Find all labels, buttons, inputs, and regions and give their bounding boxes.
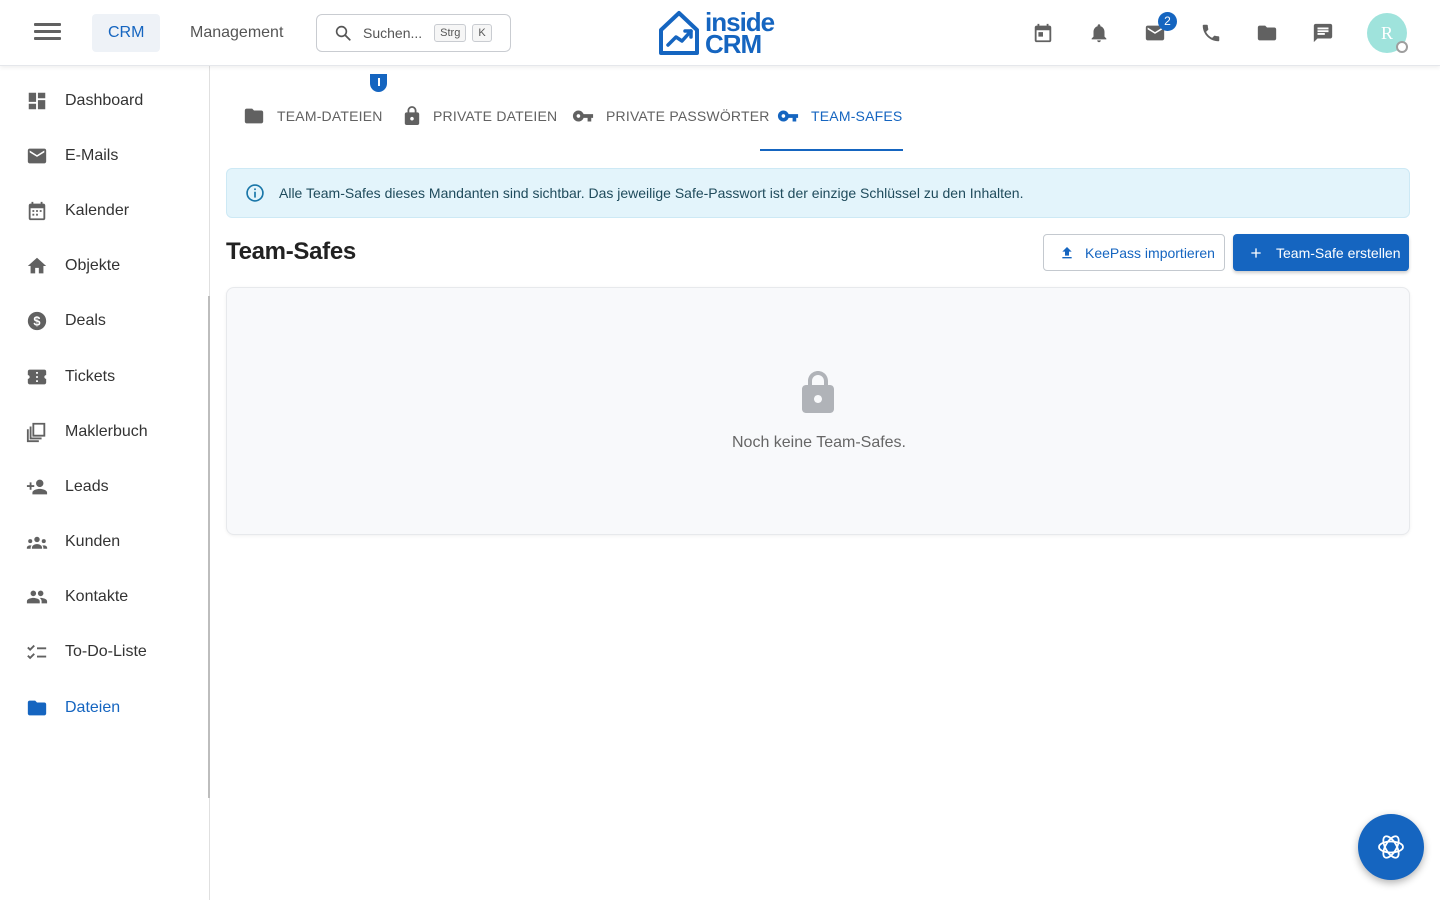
sidebar-item-leads[interactable]: Leads: [0, 467, 208, 507]
menu-icon[interactable]: [34, 20, 66, 46]
sidebar: Dashboard E-Mails Kalender Objekte $ Dea…: [0, 66, 210, 900]
empty-state-card: Noch keine Team-Safes.: [226, 287, 1410, 535]
tab-private-passwoerter[interactable]: PRIVATE PASSWÖRTER: [572, 96, 770, 136]
empty-state-text: Noch keine Team-Safes.: [731, 434, 906, 451]
info-alert: Alle Team-Safes dieses Mandanten sind si…: [226, 168, 1410, 218]
sidebar-item-kontakte[interactable]: Kontakte: [0, 577, 208, 617]
info-icon: [246, 184, 264, 202]
tab-label: PRIVATE DATEIEN: [433, 108, 558, 124]
sidebar-item-maklerbuch[interactable]: Maklerbuch: [0, 412, 208, 452]
sidebar-item-label: Deals: [65, 312, 106, 329]
checklist-icon: [26, 641, 48, 663]
home-icon: [26, 255, 48, 277]
top-bar: CRM Management Suchen... Strg K inside C…: [0, 0, 1440, 66]
plus-icon: [1251, 247, 1261, 258]
sidebar-scrollbar[interactable]: [208, 296, 210, 798]
ai-assistant-button[interactable]: [1358, 814, 1424, 880]
page-title: Team-Safes: [226, 238, 356, 265]
sidebar-item-label: Dateien: [65, 699, 121, 716]
sidebar-item-emails[interactable]: E-Mails: [0, 136, 208, 176]
shortcut-key-k: K: [472, 24, 492, 42]
info-text: Alle Team-Safes dieses Mandanten sind si…: [279, 185, 1024, 201]
sidebar-item-todo[interactable]: To-Do-Liste: [0, 632, 208, 672]
search-input[interactable]: Suchen... Strg K: [316, 14, 511, 52]
sidebar-item-dateien[interactable]: Dateien: [0, 688, 208, 728]
sidebar-item-label: Kontakte: [65, 588, 129, 605]
ai-assistant-icon: [1378, 835, 1404, 859]
nav-crm[interactable]: CRM: [92, 14, 161, 52]
create-team-safe-label: Team-Safe erstellen: [1276, 244, 1401, 261]
sidebar-item-label: Kunden: [65, 533, 121, 550]
bell-icon[interactable]: [1086, 19, 1112, 47]
sidebar-item-objekte[interactable]: Objekte: [0, 246, 208, 286]
dollar-icon: $: [26, 310, 48, 332]
lock-icon: [404, 106, 420, 125]
tab-private-dateien[interactable]: PRIVATE DATEIEN: [403, 96, 557, 136]
tab-label: TEAM-DATEIEN: [277, 108, 383, 124]
book-icon: [26, 421, 48, 443]
phone-icon[interactable]: [1198, 19, 1224, 47]
info-indicator: [370, 74, 387, 92]
sidebar-item-kunden[interactable]: Kunden: [0, 522, 208, 562]
status-dot: [1396, 41, 1408, 53]
chat-icon[interactable]: [1310, 19, 1336, 47]
sidebar-item-label: Leads: [65, 478, 109, 495]
sidebar-item-label: E-Mails: [65, 147, 119, 164]
create-team-safe-button[interactable]: Team-Safe erstellen: [1233, 234, 1409, 271]
sidebar-item-label: To-Do-Liste: [65, 643, 147, 660]
groups-icon: [26, 531, 48, 553]
sidebar-item-deals[interactable]: $ Deals: [0, 301, 208, 341]
dashboard-icon: [26, 90, 48, 112]
sidebar-item-dashboard[interactable]: Dashboard: [0, 81, 208, 121]
nav-management[interactable]: Management: [174, 14, 299, 52]
lock-icon: [802, 371, 834, 413]
sidebar-item-label: Kalender: [65, 202, 130, 219]
logo-text-crm: CRM: [705, 29, 762, 59]
tab-team-dateien[interactable]: TEAM-DATEIEN: [243, 96, 383, 136]
ticket-icon: [26, 366, 48, 388]
search-placeholder: Suchen...: [363, 25, 423, 41]
calendar-icon: [26, 200, 48, 222]
mail-icon: [26, 145, 48, 167]
logo-house-icon: [659, 11, 699, 55]
tab-team-safes[interactable]: TEAM-SAFES: [777, 96, 902, 136]
person-add-icon: [26, 476, 48, 498]
folder-icon: [26, 697, 48, 719]
sidebar-item-label: Objekte: [65, 257, 121, 274]
folder-icon: [244, 108, 264, 124]
logo[interactable]: inside CRM: [658, 9, 783, 57]
tab-label: TEAM-SAFES: [811, 108, 903, 124]
key-icon: [777, 110, 799, 122]
keepass-import-button[interactable]: KeePass importieren: [1043, 234, 1225, 271]
sidebar-item-label: Maklerbuch: [65, 423, 148, 440]
folder-icon[interactable]: [1254, 19, 1280, 47]
key-icon: [572, 110, 594, 122]
keepass-import-label: KeePass importieren: [1085, 244, 1215, 261]
sidebar-item-kalender[interactable]: Kalender: [0, 191, 208, 231]
tab-active-indicator: [760, 149, 903, 151]
people-icon: [26, 586, 48, 608]
tab-label: PRIVATE PASSWÖRTER: [606, 108, 770, 124]
sidebar-item-label: Dashboard: [65, 92, 144, 109]
shortcut-key-ctrl: Strg: [434, 24, 467, 42]
calendar-icon[interactable]: [1030, 19, 1056, 47]
mail-badge: 2: [1158, 12, 1177, 31]
sidebar-item-tickets[interactable]: Tickets: [0, 357, 208, 397]
upload-icon: [1062, 246, 1072, 258]
search-icon: [335, 25, 351, 41]
sidebar-item-label: Tickets: [65, 368, 116, 385]
svg-text:$: $: [33, 314, 40, 329]
